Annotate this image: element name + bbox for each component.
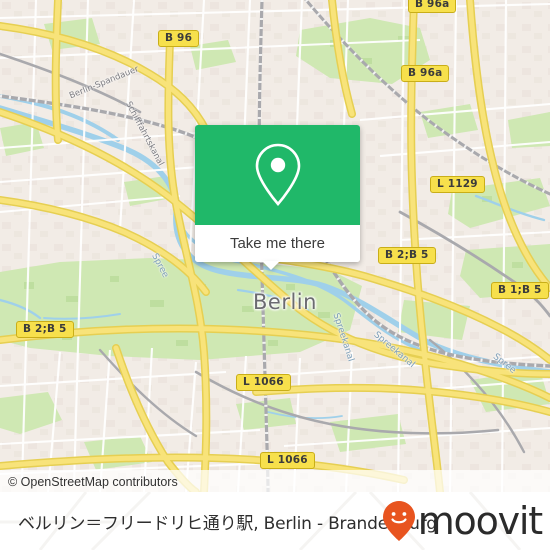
- road-shield: B 2;B 5: [16, 321, 74, 338]
- footer-bar: ベルリン＝フリードリヒ通り駅, Berlin - Brandenburg moo…: [0, 492, 550, 550]
- road-shield: L 1129: [430, 176, 485, 193]
- moovit-smiley-pin-icon: [382, 501, 415, 541]
- moovit-wordmark: moovit: [417, 499, 543, 543]
- moovit-station-map-screenshot: Berlin Spree Spree Spreekanal Spreekanal…: [0, 0, 550, 550]
- road-shield: B 1;B 5: [491, 282, 549, 299]
- popup-card-pointer: [262, 261, 280, 270]
- road-shield: B 96a: [408, 0, 457, 13]
- road-shield: B 96: [158, 30, 200, 47]
- station-popup-card[interactable]: Take me there: [195, 125, 360, 262]
- road-shield: L 1066: [260, 452, 315, 469]
- road-shield: L 1066: [236, 374, 291, 391]
- road-shield: B 96a: [401, 65, 450, 82]
- attribution-bar: © OpenStreetMap contributors: [0, 470, 550, 492]
- take-me-there-button[interactable]: Take me there: [195, 225, 360, 262]
- map-pin-icon: [255, 143, 300, 206]
- moovit-brand[interactable]: moovit: [382, 499, 543, 543]
- popup-card-header: [195, 125, 360, 225]
- road-shield: B 2;B 5: [378, 247, 436, 264]
- station-title: ベルリン＝フリードリヒ通り駅, Berlin - Brandenburg: [18, 513, 437, 534]
- take-me-there-label: Take me there: [229, 235, 326, 252]
- osm-attribution-text[interactable]: © OpenStreetMap contributors: [8, 475, 178, 489]
